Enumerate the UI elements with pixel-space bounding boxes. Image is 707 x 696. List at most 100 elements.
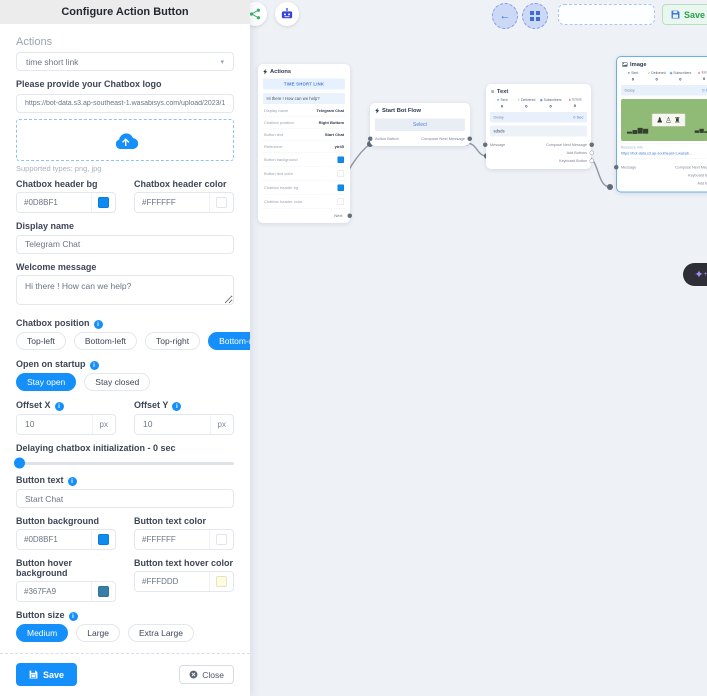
logo-label: Please provide your Chatbox logo bbox=[16, 79, 234, 89]
flow-name-input[interactable] bbox=[558, 4, 655, 25]
offset-x-group: px bbox=[16, 414, 116, 435]
delay-slider[interactable] bbox=[16, 462, 234, 465]
info-icon[interactable]: i bbox=[68, 477, 77, 486]
button-hover-color-swatch bbox=[216, 576, 227, 587]
button-text-label: Button texti bbox=[16, 475, 234, 486]
offset-y-unit: px bbox=[210, 415, 233, 434]
node-row: Button textStart Chat bbox=[263, 129, 345, 141]
image-preview[interactable]: ▂▄▆▅ ♟ ♙ ♜ ▃▅▂ bbox=[621, 99, 707, 141]
bot-button[interactable] bbox=[275, 2, 299, 26]
position-pill-top-right[interactable]: Top-right bbox=[145, 332, 200, 350]
input-port[interactable] bbox=[368, 137, 373, 142]
startup-pill-stay-closed[interactable]: Stay closed bbox=[84, 373, 150, 391]
save-icon bbox=[29, 670, 38, 679]
node-row: Button background bbox=[263, 153, 345, 167]
input-port[interactable] bbox=[483, 142, 488, 147]
delay-init-label: Delaying chatbox initialization - 0 sec bbox=[16, 443, 234, 453]
header-color-input[interactable] bbox=[135, 193, 209, 212]
configure-panel: Configure Action Button Actions time sho… bbox=[0, 0, 250, 696]
position-pill-bottom-left[interactable]: Bottom-left bbox=[74, 332, 137, 350]
offset-x-input[interactable] bbox=[17, 415, 92, 434]
output-port[interactable] bbox=[590, 142, 595, 147]
bolt-icon bbox=[263, 69, 268, 75]
info-icon[interactable]: i bbox=[90, 361, 99, 370]
output-port[interactable] bbox=[590, 158, 595, 163]
panel-body: Actions time short link ▾ Please provide… bbox=[0, 24, 250, 651]
resource-link[interactable]: https://bot-data.s3.ap-southeast-1.wasab… bbox=[621, 151, 707, 159]
size-pill-large[interactable]: Large bbox=[76, 624, 120, 642]
next-port-row: Next bbox=[258, 209, 350, 223]
offset-y-group: px bbox=[134, 414, 234, 435]
canvas-save-button[interactable]: Save bbox=[662, 4, 707, 25]
image-icon bbox=[622, 62, 628, 67]
actions-label: Actions bbox=[16, 36, 234, 48]
ai-assistant-button[interactable]: ✦+ bbox=[683, 263, 707, 286]
button-hover-color-input[interactable] bbox=[135, 572, 209, 591]
button-hover-bg-swatch-button[interactable] bbox=[91, 582, 115, 601]
action-type-badge: TIME SHORT LINK bbox=[263, 79, 345, 90]
offset-y-input[interactable] bbox=[135, 415, 210, 434]
actions-select[interactable]: time short link ▾ bbox=[16, 52, 234, 71]
display-name-input[interactable] bbox=[16, 235, 234, 254]
button-hover-color-swatch-button[interactable] bbox=[209, 572, 233, 591]
info-icon[interactable]: i bbox=[94, 320, 103, 329]
info-icon[interactable]: i bbox=[69, 612, 78, 621]
color-swatch bbox=[338, 157, 345, 164]
node-row: Chatbox header bg bbox=[263, 181, 345, 195]
text-node[interactable]: ≡ Text ➤ Sent0 ✓ Delivered0 ◉ Subscriber… bbox=[486, 84, 591, 169]
actions-node[interactable]: Actions TIME SHORT LINK Hi there ! How c… bbox=[258, 64, 350, 223]
header-bg-swatch-button[interactable] bbox=[91, 193, 115, 212]
welcome-message-textarea[interactable]: Hi there ! How can we help? bbox=[16, 275, 234, 305]
button-color-swatch-button[interactable] bbox=[209, 530, 233, 549]
color-swatch bbox=[338, 199, 345, 206]
button-text-input[interactable] bbox=[16, 489, 234, 508]
logo-url-input[interactable] bbox=[16, 94, 234, 113]
button-bg-input[interactable] bbox=[17, 530, 91, 549]
header-color-swatch-button[interactable] bbox=[209, 193, 233, 212]
subscribers-icon: ◉ bbox=[669, 72, 672, 76]
button-color-input[interactable] bbox=[135, 530, 209, 549]
node-row: Chatbox positionRight Bottom bbox=[263, 117, 345, 129]
errors-icon: ▲ bbox=[568, 98, 571, 102]
delay-row[interactable]: Delay0 Sec bbox=[621, 85, 707, 96]
button-color-group bbox=[134, 529, 234, 550]
size-pill-medium[interactable]: Medium bbox=[16, 624, 68, 642]
grid-view-button[interactable] bbox=[522, 3, 548, 29]
position-pill-bottom-right[interactable]: Bottom-right bbox=[208, 332, 250, 350]
position-pill-top-left[interactable]: Top-left bbox=[16, 332, 66, 350]
button-hover-bg-input[interactable] bbox=[17, 582, 91, 601]
node-row: Referenceytr45 bbox=[263, 141, 345, 153]
flow-canvas[interactable]: ← Save Actions TIME SHORT LINK bbox=[250, 0, 707, 696]
size-pill-extra-large[interactable]: Extra Large bbox=[128, 624, 194, 642]
slider-thumb[interactable] bbox=[14, 458, 25, 469]
header-bg-input[interactable] bbox=[17, 193, 91, 212]
output-port[interactable] bbox=[468, 137, 473, 142]
logo-dropzone[interactable] bbox=[16, 119, 234, 161]
back-arrow-icon: ← bbox=[500, 10, 511, 22]
info-icon[interactable]: i bbox=[55, 402, 64, 411]
delay-row[interactable]: Delay0 Sec bbox=[490, 112, 587, 123]
input-port[interactable] bbox=[614, 165, 619, 170]
platform-button[interactable] bbox=[250, 2, 267, 26]
start-bot-flow-node[interactable]: Start Bot Flow Select Action Button Comp… bbox=[370, 103, 470, 146]
offset-x-unit: px bbox=[92, 415, 115, 434]
button-bg-swatch-button[interactable] bbox=[91, 530, 115, 549]
startup-pill-stay-open[interactable]: Stay open bbox=[16, 373, 76, 391]
header-bg-swatch bbox=[98, 197, 109, 208]
close-button[interactable]: Close bbox=[179, 665, 234, 684]
save-button[interactable]: Save bbox=[16, 663, 77, 686]
image-node[interactable]: Image ➤ Sent0 ✓ Delivered0 ◉ Subscribers… bbox=[616, 56, 707, 193]
text-content[interactable]: sdsds bbox=[490, 126, 587, 137]
next-output-port[interactable] bbox=[348, 214, 353, 219]
output-port[interactable] bbox=[590, 150, 595, 155]
button-size-label: Button sizei bbox=[16, 610, 234, 621]
subscribers-icon: ◉ bbox=[540, 99, 543, 103]
back-button[interactable]: ← bbox=[492, 3, 518, 29]
header-color-swatch bbox=[216, 197, 227, 208]
start-node-header: Start Bot Flow bbox=[370, 103, 470, 116]
text-node-header: ≡ Text bbox=[486, 84, 591, 97]
image-node-header: Image bbox=[617, 57, 707, 70]
info-icon[interactable]: i bbox=[172, 402, 181, 411]
select-button[interactable]: Select bbox=[375, 119, 465, 132]
open-on-startup-pills: Stay open Stay closed bbox=[16, 373, 234, 391]
